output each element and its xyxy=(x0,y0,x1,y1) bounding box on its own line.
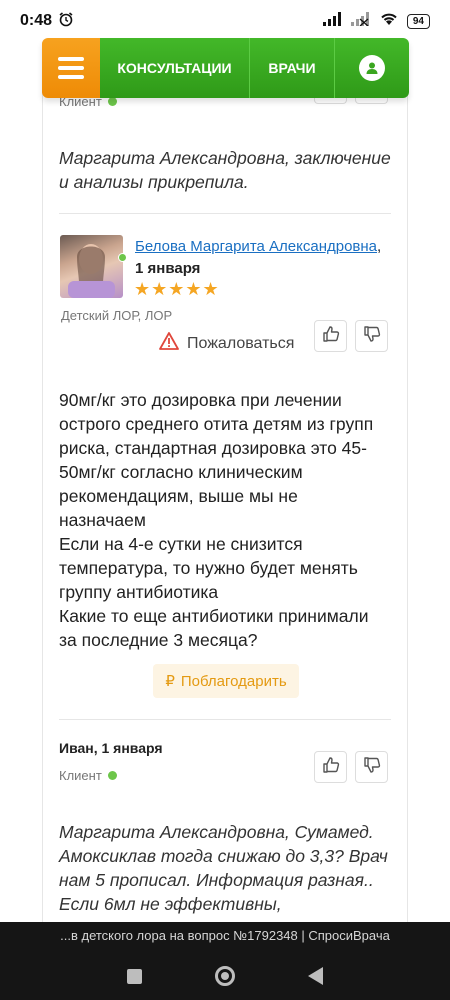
user-icon xyxy=(359,55,385,81)
ruble-icon: ₽ xyxy=(165,673,175,690)
divider xyxy=(59,719,391,720)
tab-doctors[interactable]: ВРАЧИ xyxy=(250,38,335,98)
like-button[interactable] xyxy=(314,751,347,783)
tab-consultations[interactable]: КОНСУЛЬТАЦИИ xyxy=(100,38,250,98)
doctor-online-indicator xyxy=(118,253,127,262)
warning-icon xyxy=(159,332,179,355)
signal-off-icon xyxy=(350,11,371,31)
report-button[interactable]: Пожаловаться xyxy=(159,332,294,355)
like-button[interactable] xyxy=(314,320,347,352)
reply-text: Маргарита Александровна, Сумамед. Амокси… xyxy=(59,822,388,914)
rating-stars: ★★★★★ xyxy=(134,279,220,299)
thumbs-down-icon xyxy=(363,756,381,779)
answer-date: 1 января xyxy=(135,260,201,277)
menu-button[interactable] xyxy=(42,38,100,98)
online-indicator xyxy=(107,771,117,780)
hamburger-icon xyxy=(58,57,84,61)
thumbs-down-icon xyxy=(363,325,381,348)
top-navbar: КОНСУЛЬТАЦИИ ВРАЧИ xyxy=(42,38,409,98)
status-bar: 0:48 94 xyxy=(0,0,450,42)
wifi-icon xyxy=(379,11,399,31)
answer-paragraph-1: 90мг/кг это дозировка при лечении острог… xyxy=(59,390,374,530)
back-button[interactable] xyxy=(308,967,324,985)
divider xyxy=(59,213,391,214)
dislike-button[interactable] xyxy=(355,751,388,783)
post-text: Маргарита Александровна, заключение и ан… xyxy=(59,148,391,192)
reply-author-date: Иван, 1 января xyxy=(59,740,163,756)
alarm-icon xyxy=(58,11,74,32)
recents-button[interactable] xyxy=(126,968,142,984)
consultation-thread: Клиент Маргарита Александровна, заключен… xyxy=(42,42,408,922)
thumbs-up-icon xyxy=(322,325,340,348)
system-bottom-bar: ...в детского лора на вопрос №1792348 | … xyxy=(0,922,450,1000)
answer-paragraph-2: Если на 4-е сутки не снизится температур… xyxy=(59,534,358,602)
reply-author-role: Клиент xyxy=(59,768,117,783)
online-indicator xyxy=(107,97,117,106)
thank-button[interactable]: ₽ Поблагодарить xyxy=(153,664,299,698)
doctor-specialty: Детский ЛОР, ЛОР xyxy=(61,308,173,323)
dislike-button[interactable] xyxy=(355,320,388,352)
doctor-header: Белова Маргарита Александровна, 1 января xyxy=(135,238,382,277)
signal-icon xyxy=(322,11,343,31)
clock-time: 0:48 xyxy=(20,12,53,29)
battery-indicator: 94 xyxy=(406,13,430,29)
profile-button[interactable] xyxy=(335,38,409,98)
doctor-avatar[interactable] xyxy=(60,235,123,298)
answer-paragraph-3: Какие то еще антибиотики принимали за по… xyxy=(59,606,369,650)
page-url-title: ...в детского лора на вопрос №1792348 | … xyxy=(60,927,390,943)
thumbs-up-icon xyxy=(322,756,340,779)
home-button[interactable] xyxy=(214,966,235,986)
doctor-name-link[interactable]: Белова Маргарита Александровна xyxy=(135,238,377,255)
